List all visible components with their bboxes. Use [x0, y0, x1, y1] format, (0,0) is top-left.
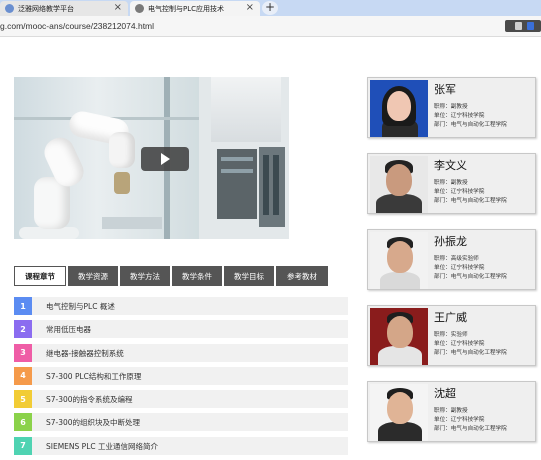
chapter-number: 6: [14, 413, 32, 432]
tab-objectives[interactable]: 教学目标: [224, 266, 274, 286]
teacher-photo: [370, 308, 428, 365]
close-icon[interactable]: ×: [114, 2, 122, 13]
browser-tab-strip: 泛雅网络教学平台 × 电气控制与PLC应用技术 × +: [0, 0, 541, 16]
chapter-title[interactable]: S7-300 PLC结构和工作原理: [46, 371, 141, 382]
chapter-number: 2: [14, 320, 32, 339]
browser-tab-fanya[interactable]: 泛雅网络教学平台 ×: [0, 1, 128, 16]
chapter-list: 1 电气控制与PLC 概述 2 常用低压电器 3 继电器-接触器控制系统 4 S…: [14, 297, 348, 460]
chapter-number: 1: [14, 297, 32, 315]
chapter-title[interactable]: S7-300的组织块及中断处理: [46, 417, 140, 428]
tab-title: 泛雅网络教学平台: [18, 4, 74, 13]
chapter-number: 3: [14, 343, 32, 362]
chapter-number: 5: [14, 390, 32, 409]
teacher-card[interactable]: 张军 职称：副教授 单位：辽宁科技学院 部门：电气与自动化工程学院: [367, 77, 536, 138]
teacher-unit: 单位：辽宁科技学院: [434, 189, 485, 195]
teacher-title: 职称：副教授: [434, 180, 468, 186]
chapter-item[interactable]: 3 继电器-接触器控制系统: [14, 343, 348, 362]
teacher-photo: [370, 156, 428, 213]
teacher-department: 部门：电气与自动化工程学院: [434, 122, 507, 128]
teacher-unit: 单位：辽宁科技学院: [434, 113, 485, 119]
new-tab-button[interactable]: +: [262, 1, 278, 15]
play-icon[interactable]: [141, 147, 189, 171]
url-text[interactable]: g.com/mooc-ans/course/238212074.html: [0, 21, 154, 31]
browser-tab-course[interactable]: 电气控制与PLC应用技术 ×: [130, 1, 260, 16]
chapter-item[interactable]: 4 S7-300 PLC结构和工作原理: [14, 366, 348, 385]
teacher-name[interactable]: 张军: [434, 81, 456, 97]
teacher-title: 职称：实验师: [434, 332, 468, 338]
site-favicon-icon: [5, 4, 14, 13]
tab-methods[interactable]: 教学方法: [120, 266, 170, 286]
teacher-photo: [370, 384, 428, 441]
chapter-title[interactable]: SIEMENS PLC 工业通信网络简介: [46, 441, 158, 452]
teacher-title: 职称：高级实验师: [434, 256, 479, 262]
teacher-department: 部门：电气与自动化工程学院: [434, 198, 507, 204]
chapter-item[interactable]: 1 电气控制与PLC 概述: [14, 297, 348, 315]
teacher-photo: [370, 232, 428, 289]
chapter-title[interactable]: S7-300的指令系统及编程: [46, 394, 133, 405]
teacher-title: 职称：副教授: [434, 104, 468, 110]
teacher-name[interactable]: 孙振龙: [434, 233, 467, 249]
teacher-unit: 单位：辽宁科技学院: [434, 265, 485, 271]
close-icon[interactable]: ×: [246, 2, 254, 13]
teacher-department: 部门：电气与自动化工程学院: [434, 274, 507, 280]
site-favicon-icon: [135, 4, 144, 13]
chapter-title[interactable]: 电气控制与PLC 概述: [46, 301, 115, 312]
tab-resources[interactable]: 教学资源: [68, 266, 118, 286]
tab-chapters[interactable]: 课程章节: [14, 266, 66, 286]
chapter-number: 4: [14, 366, 32, 385]
teacher-card[interactable]: 李文义 职称：副教授 单位：辽宁科技学院 部门：电气与自动化工程学院: [367, 153, 536, 214]
help-icon[interactable]: [527, 22, 534, 30]
chapter-item[interactable]: 6 S7-300的组织块及中断处理: [14, 413, 348, 432]
teacher-department: 部门：电气与自动化工程学院: [434, 426, 507, 432]
course-video[interactable]: [14, 77, 289, 239]
teacher-card[interactable]: 沈超 职称：副教授 单位：辽宁科技学院 部门：电气与自动化工程学院: [367, 381, 536, 442]
extension-icon[interactable]: [515, 22, 522, 30]
tab-conditions[interactable]: 教学条件: [172, 266, 222, 286]
course-tabs: 课程章节 教学资源 教学方法 教学条件 教学目标 参考教材: [14, 266, 330, 286]
teacher-name[interactable]: 沈超: [434, 385, 456, 401]
address-bar[interactable]: g.com/mooc-ans/course/238212074.html: [0, 16, 541, 37]
teacher-department: 部门：电气与自动化工程学院: [434, 350, 507, 356]
teacher-name[interactable]: 李文义: [434, 157, 467, 173]
teacher-photo: [370, 80, 428, 137]
chapter-title[interactable]: 常用低压电器: [46, 324, 91, 335]
plc-hardware-image: [199, 77, 289, 239]
tab-textbooks[interactable]: 参考教材: [276, 266, 328, 286]
chapter-item[interactable]: 7 SIEMENS PLC 工业通信网络简介: [14, 436, 348, 455]
chapter-item[interactable]: 5 S7-300的指令系统及编程: [14, 390, 348, 409]
teacher-unit: 单位：辽宁科技学院: [434, 341, 485, 347]
tab-title: 电气控制与PLC应用技术: [148, 4, 225, 13]
teacher-title: 职称：副教授: [434, 408, 468, 414]
extension-area[interactable]: [505, 20, 541, 32]
teacher-name[interactable]: 王广威: [434, 309, 467, 325]
chapter-title[interactable]: 继电器-接触器控制系统: [46, 348, 124, 359]
teacher-card[interactable]: 王广威 职称：实验师 单位：辽宁科技学院 部门：电气与自动化工程学院: [367, 305, 536, 366]
teacher-unit: 单位：辽宁科技学院: [434, 417, 485, 423]
chapter-number: 7: [14, 436, 32, 455]
chapter-item[interactable]: 2 常用低压电器: [14, 320, 348, 339]
teacher-card[interactable]: 孙振龙 职称：高级实验师 单位：辽宁科技学院 部门：电气与自动化工程学院: [367, 229, 536, 290]
